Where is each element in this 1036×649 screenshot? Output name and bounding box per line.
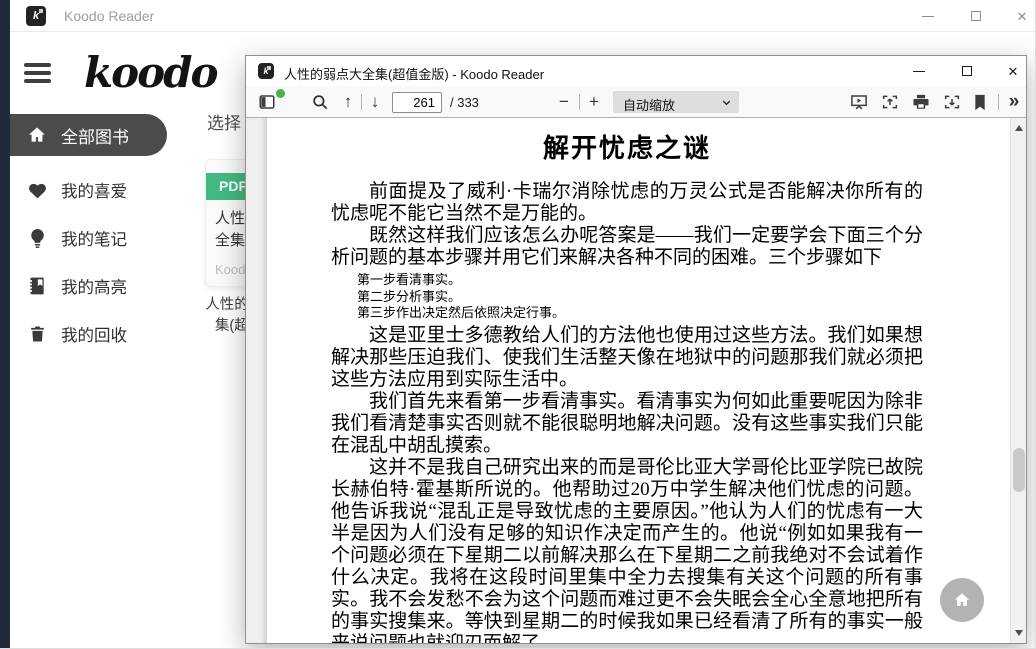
step-item: 第三步作出决定然后依照决定行事。 — [357, 305, 923, 322]
maximize-button[interactable] — [954, 0, 998, 32]
chevron-down-icon — [721, 97, 732, 108]
step-list: 第一步看清事实。 第二步分析事实。 第三步作出决定然后依照决定行事。 — [357, 272, 923, 322]
previous-page-button[interactable]: ↑ — [336, 86, 360, 118]
toggle-sidebar-button[interactable] — [254, 86, 280, 118]
divider — [579, 94, 580, 110]
next-page-button[interactable]: ↓ — [363, 86, 387, 118]
close-icon: ✕ — [1008, 65, 1019, 78]
notebook-icon — [26, 275, 48, 297]
app-icon: k — [258, 63, 274, 79]
trash-icon — [26, 323, 48, 345]
pdf-page: 解开忧虑之谜 前面提及了威利·卡瑞尔消除忧虑的万灵公式是否能解决你所有的忧虑呢不… — [267, 118, 1010, 643]
heart-icon — [26, 179, 48, 201]
chapter-title: 解开忧虑之谜 — [331, 128, 923, 165]
pdf-toolbar: ↑ ↓ / 333 − + 自动缩放 » — [246, 86, 1026, 118]
open-file-icon — [881, 93, 899, 111]
koodo-logo: koodo — [84, 48, 217, 97]
step-item: 第二步分析事实。 — [357, 289, 923, 306]
menu-icon[interactable] — [24, 63, 51, 85]
maximize-icon — [971, 11, 981, 21]
presentation-mode-button[interactable] — [846, 86, 872, 118]
app-icon: k — [26, 6, 46, 26]
presentation-icon — [850, 93, 868, 111]
arrow-up-icon: ↑ — [344, 92, 353, 112]
save-button[interactable] — [939, 86, 965, 118]
search-icon — [311, 93, 329, 111]
triangle-down-icon — [1015, 630, 1023, 636]
viewer-gutter — [246, 118, 267, 643]
scroll-up-button[interactable] — [1011, 120, 1026, 136]
download-icon — [943, 93, 961, 111]
home-icon — [952, 590, 972, 610]
reader-maximize-button[interactable] — [945, 56, 989, 86]
double-chevron-icon: » — [1009, 91, 1020, 113]
paragraph: 这是亚里士多德教给人们的方法他也使用过这些方法。我们如果想解决那些压迫我们、使我… — [331, 325, 923, 391]
zoom-out-button[interactable]: − — [552, 86, 576, 118]
sidebar-item-trash[interactable]: 我的回收 — [0, 312, 195, 356]
reader-window: k 人性的弱点大全集(超值金版) - Koodo Reader ✕ ↑ ↓ / … — [245, 55, 1027, 644]
zoom-level-select[interactable]: 自动缩放 — [613, 91, 739, 113]
triangle-up-icon — [1015, 125, 1023, 131]
bookmark-icon — [973, 94, 987, 111]
bookmark-button[interactable] — [969, 86, 991, 118]
print-button[interactable] — [908, 86, 934, 118]
arrow-down-icon: ↓ — [371, 92, 380, 112]
scrollbar[interactable] — [1010, 118, 1026, 643]
maximize-icon — [962, 66, 972, 76]
notification-dot — [276, 89, 285, 98]
sidebar-item-highlights[interactable]: 我的高亮 — [0, 264, 195, 308]
divider — [998, 94, 999, 110]
pdf-viewer: 解开忧虑之谜 前面提及了威利·卡瑞尔消除忧虑的万灵公式是否能解决你所有的忧虑呢不… — [246, 118, 1026, 643]
close-button[interactable]: ✕ — [1000, 0, 1036, 32]
paragraph: 前面提及了威利·卡瑞尔消除忧虑的万灵公式是否能解决你所有的忧虑呢不能它当然不是万… — [331, 181, 923, 225]
zoom-in-button[interactable]: + — [582, 86, 606, 118]
open-file-button[interactable] — [877, 86, 903, 118]
minus-icon: − — [559, 92, 569, 112]
select-mode-button[interactable]: 选择 — [207, 109, 241, 134]
close-icon: ✕ — [1017, 10, 1028, 23]
lightbulb-icon — [26, 227, 48, 249]
minimize-icon — [922, 16, 934, 17]
scrollbar-thumb[interactable] — [1013, 448, 1025, 492]
main-titlebar: k Koodo Reader ✕ — [10, 0, 1036, 32]
divider — [361, 94, 362, 110]
step-item: 第一步看清事实。 — [357, 272, 923, 289]
reader-minimize-button[interactable] — [897, 56, 941, 86]
reader-titlebar: k 人性的弱点大全集(超值金版) - Koodo Reader ✕ — [246, 56, 1026, 86]
sidebar-item-favorites[interactable]: 我的喜爱 — [0, 168, 195, 212]
minimize-button[interactable] — [906, 0, 950, 32]
print-icon — [912, 93, 930, 111]
home-icon — [26, 124, 48, 146]
scroll-down-button[interactable] — [1011, 625, 1026, 641]
page-number-input[interactable] — [392, 92, 442, 113]
reader-close-button[interactable]: ✕ — [991, 56, 1035, 86]
sidebar-item-notes[interactable]: 我的笔记 — [0, 216, 195, 260]
main-window-title: Koodo Reader — [64, 8, 154, 24]
search-button[interactable] — [307, 86, 333, 118]
paragraph: 这并不是我自己研究出来的而是哥伦比亚大学哥伦比亚学院已故院长赫伯特·霍基斯所说的… — [331, 457, 923, 644]
back-to-home-button[interactable] — [940, 578, 984, 622]
page-total: / 333 — [450, 95, 479, 110]
sidebar-toggle-icon — [258, 93, 276, 111]
paragraph: 我们首先来看第一步看清事实。看清事实为何如此重要呢因为除非我们看清楚事实否则就不… — [331, 391, 923, 457]
paragraph: 既然这样我们应该怎么办呢答案是——我们一定要学会下面三个分析问题的基本步骤并用它… — [331, 225, 923, 269]
sidebar-item-all-books[interactable]: 全部图书 — [10, 114, 167, 156]
reader-window-title: 人性的弱点大全集(超值金版) - Koodo Reader — [284, 64, 544, 83]
minimize-icon — [913, 71, 925, 72]
plus-icon: + — [589, 92, 599, 112]
more-tools-button[interactable]: » — [1002, 86, 1026, 118]
